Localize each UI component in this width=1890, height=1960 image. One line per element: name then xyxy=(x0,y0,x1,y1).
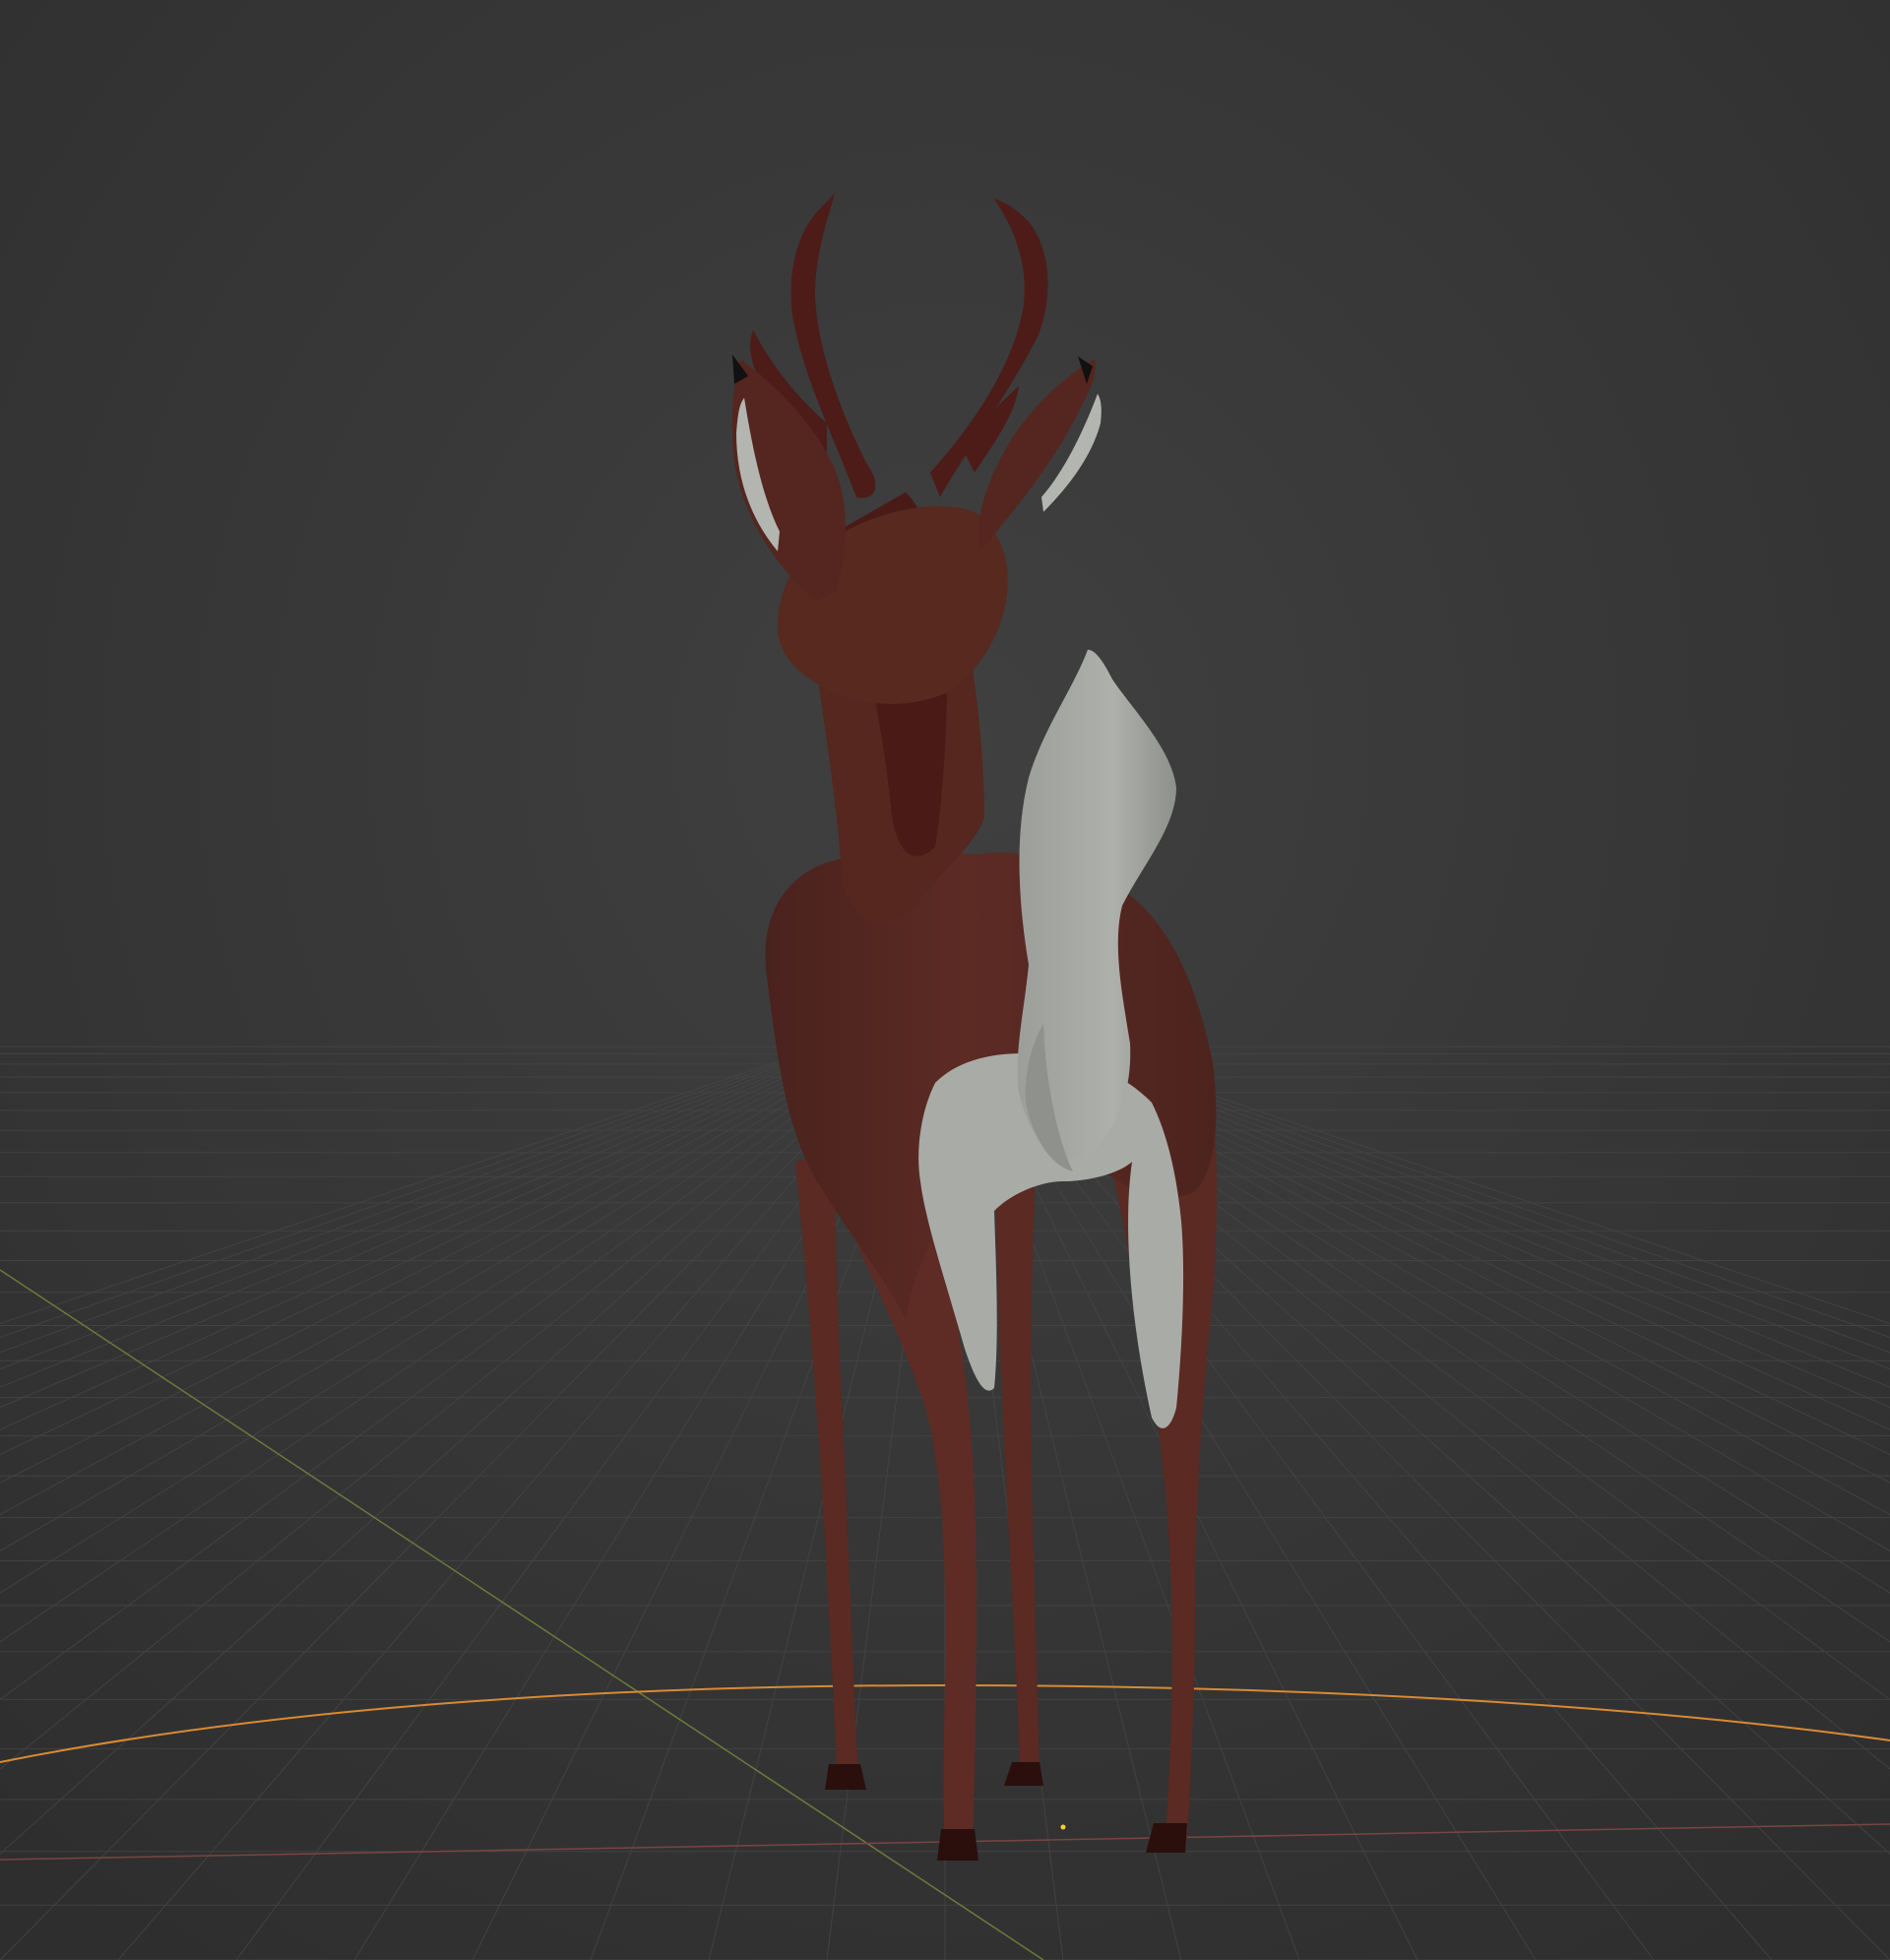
viewport-canvas[interactable] xyxy=(0,0,1890,1960)
deer-hoof-hind-left xyxy=(937,1829,978,1861)
3d-viewport[interactable] xyxy=(0,0,1890,1960)
deer-hoof-front-left xyxy=(825,1764,866,1790)
3d-cursor[interactable] xyxy=(1060,1824,1066,1830)
